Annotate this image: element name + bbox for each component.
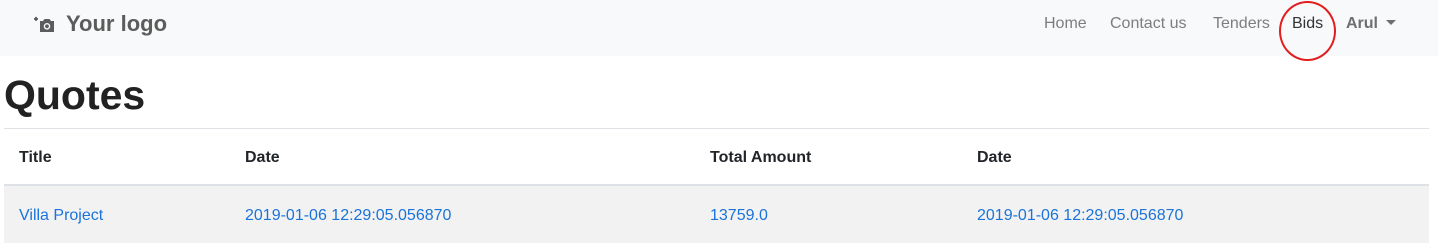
user-name: Arul — [1346, 15, 1378, 32]
column-header-date: Date — [245, 149, 280, 166]
user-dropdown-toggle[interactable]: Arul — [1346, 12, 1396, 36]
column-header-date-2: Date — [977, 149, 1012, 166]
column-header-total-amount: Total Amount — [710, 149, 812, 166]
brand-label: Your logo — [66, 11, 168, 36]
nav-home-link[interactable]: Home — [1044, 12, 1087, 36]
camera-plus-icon — [34, 14, 56, 34]
row-title-link[interactable]: Villa Project — [19, 205, 103, 227]
column-header-title: Title — [19, 149, 52, 166]
nav-bids-link[interactable]: Bids — [1292, 12, 1323, 36]
nav-contact-us-link[interactable]: Contact us — [1110, 12, 1186, 36]
row-date-link[interactable]: 2019-01-06 12:29:05.056870 — [245, 205, 451, 227]
caret-down-icon — [1386, 20, 1396, 25]
title-divider — [4, 128, 1429, 129]
page-title: Quotes — [4, 72, 146, 118]
nav-tenders-link[interactable]: Tenders — [1213, 12, 1270, 36]
row-date-2-link[interactable]: 2019-01-06 12:29:05.056870 — [977, 205, 1183, 227]
row-total-amount-link[interactable]: 13759.0 — [710, 205, 768, 227]
brand-logo-link[interactable]: Your logo — [34, 9, 167, 39]
top-navbar: Your logo Home Contact us Tenders Bids A… — [0, 0, 1438, 61]
